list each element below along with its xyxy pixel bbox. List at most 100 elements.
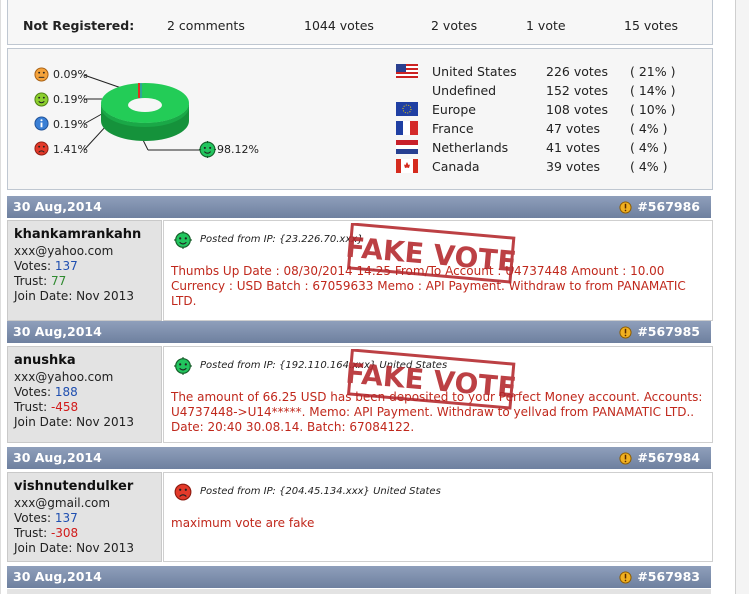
country-votes: 41 votes [546, 140, 601, 155]
post-message: maximum vote are fake [171, 516, 315, 530]
votes-count-b: 1 vote [526, 18, 566, 33]
vote-breakdown-panel: 0.09% 0.19% 0.19% 1.41% 98.12% United St… [7, 48, 713, 190]
posted-from-ip: Posted from IP: {204.45.134.xxx} United … [200, 486, 441, 497]
fake-vote-stamp: FAKE VOTE [344, 349, 518, 410]
trust-value: -308 [50, 526, 79, 540]
post-number-link[interactable]: #567986 [637, 199, 700, 214]
user-join-date: Join Date: Nov 2013 [14, 289, 134, 303]
country-row: France 47 votes ( 4% ) [396, 119, 706, 138]
us-flag-icon [396, 64, 418, 78]
thumbs-up-face-icon [199, 141, 216, 158]
eu-flag-icon [396, 102, 418, 116]
thumbs-up-face-icon [174, 231, 192, 249]
user-info-panel: anushka xxx@yahoo.com Votes: 188 Trust: … [7, 346, 162, 443]
france-flag-icon [396, 121, 418, 135]
report-icon[interactable] [619, 571, 632, 584]
fake-vote-stamp: FAKE VOTE [344, 223, 518, 284]
country-percent: ( 4% ) [630, 140, 668, 155]
votes-label: Votes: [14, 511, 52, 525]
post-date: 30 Aug,2014 [13, 450, 102, 465]
info-percent: 0.19% [53, 118, 88, 131]
votes-value[interactable]: 188 [55, 385, 78, 399]
country-row: Undefined 152 votes ( 14% ) [396, 81, 706, 100]
country-name: France [432, 121, 474, 136]
sad-face-icon [174, 483, 192, 501]
user-votes: Votes: 188 [14, 385, 78, 399]
user-info-panel-partial [7, 589, 711, 594]
post-header: 30 Aug,2014 #567983 [7, 566, 711, 588]
trust-value: 77 [50, 274, 67, 288]
username[interactable]: vishnutendulker [14, 479, 133, 494]
country-row: Netherlands 41 votes ( 4% ) [396, 138, 706, 157]
votes-value[interactable]: 137 [55, 511, 78, 525]
country-votes: 108 votes [546, 102, 608, 117]
thumbs-up-face-icon [174, 357, 192, 375]
trust-value: -458 [50, 400, 79, 414]
trust-label: Trust: [14, 400, 48, 414]
user-votes: Votes: 137 [14, 511, 78, 525]
scrollbar[interactable] [735, 0, 749, 594]
post-number-link[interactable]: #567983 [637, 569, 700, 584]
country-votes: 47 votes [546, 121, 601, 136]
votes-label: Votes: [14, 385, 52, 399]
happy-percent: 0.19% [53, 93, 88, 106]
country-percent: ( 14% ) [630, 83, 676, 98]
country-percent: ( 4% ) [630, 121, 668, 136]
username[interactable]: khankamrankahn [14, 227, 141, 242]
country-percent: ( 21% ) [630, 64, 676, 79]
page-left-border [0, 0, 1, 594]
username[interactable]: anushka [14, 353, 76, 368]
post-header: 30 Aug,2014 #567985 [7, 321, 711, 343]
user-trust: Trust: 77 [14, 274, 66, 288]
post-header: 30 Aug,2014 #567986 [7, 196, 711, 218]
neutral-percent: 0.09% [53, 68, 88, 81]
user-info-panel: khankamrankahn xxx@yahoo.com Votes: 137 … [7, 220, 162, 321]
trust-label: Trust: [14, 274, 48, 288]
user-email: xxx@gmail.com [14, 496, 111, 510]
user-votes: Votes: 137 [14, 259, 78, 273]
country-row: United States 226 votes ( 21% ) [396, 62, 706, 81]
user-email: xxx@yahoo.com [14, 244, 114, 258]
country-row: Europe 108 votes ( 10% ) [396, 100, 706, 119]
post-message-panel: Posted from IP: {204.45.134.xxx} United … [163, 472, 713, 562]
post-number-link[interactable]: #567985 [637, 324, 700, 339]
comments-count[interactable]: 2 comments [167, 18, 245, 33]
country-name: Undefined [432, 83, 497, 98]
country-name: Canada [432, 159, 480, 174]
country-votes: 226 votes [546, 64, 608, 79]
sad-face-icon [34, 141, 49, 156]
user-join-date: Join Date: Nov 2013 [14, 415, 134, 429]
post-header: 30 Aug,2014 #567984 [7, 447, 711, 469]
report-icon[interactable] [619, 452, 632, 465]
post-number-link[interactable]: #567984 [637, 450, 700, 465]
post-date: 30 Aug,2014 [13, 324, 102, 339]
sad-percent: 1.41% [53, 143, 88, 156]
votes-count-a: 2 votes [431, 18, 478, 33]
country-name: Europe [432, 102, 476, 117]
post-date: 30 Aug,2014 [13, 569, 102, 584]
user-trust: Trust: -308 [14, 526, 78, 540]
country-name: United States [432, 64, 517, 79]
report-icon[interactable] [619, 201, 632, 214]
happy-face-icon [34, 92, 49, 107]
vote-stats-row: Not Registered: 2 comments 1044 votes 2 … [7, 0, 713, 45]
country-row: Canada 39 votes ( 4% ) [396, 157, 706, 176]
country-votes: 152 votes [546, 83, 608, 98]
post-message-panel: Posted from IP: {23.226.70.xxx} Thumbs U… [163, 220, 713, 321]
user-join-date: Join Date: Nov 2013 [14, 541, 134, 555]
votes-count-c: 15 votes [624, 18, 679, 33]
canada-flag-icon [396, 159, 418, 173]
post-date: 30 Aug,2014 [13, 199, 102, 214]
report-icon[interactable] [619, 326, 632, 339]
votes-value[interactable]: 137 [55, 259, 78, 273]
trust-label: Trust: [14, 526, 48, 540]
votes-label: Votes: [14, 259, 52, 273]
user-trust: Trust: -458 [14, 400, 78, 414]
info-icon [34, 116, 49, 131]
neutral-face-icon [34, 67, 49, 82]
country-percent: ( 4% ) [630, 159, 668, 174]
pie-hole [128, 98, 162, 112]
country-name: Netherlands [432, 140, 509, 155]
country-votes: 39 votes [546, 159, 601, 174]
total-votes-count: 1044 votes [304, 18, 374, 33]
